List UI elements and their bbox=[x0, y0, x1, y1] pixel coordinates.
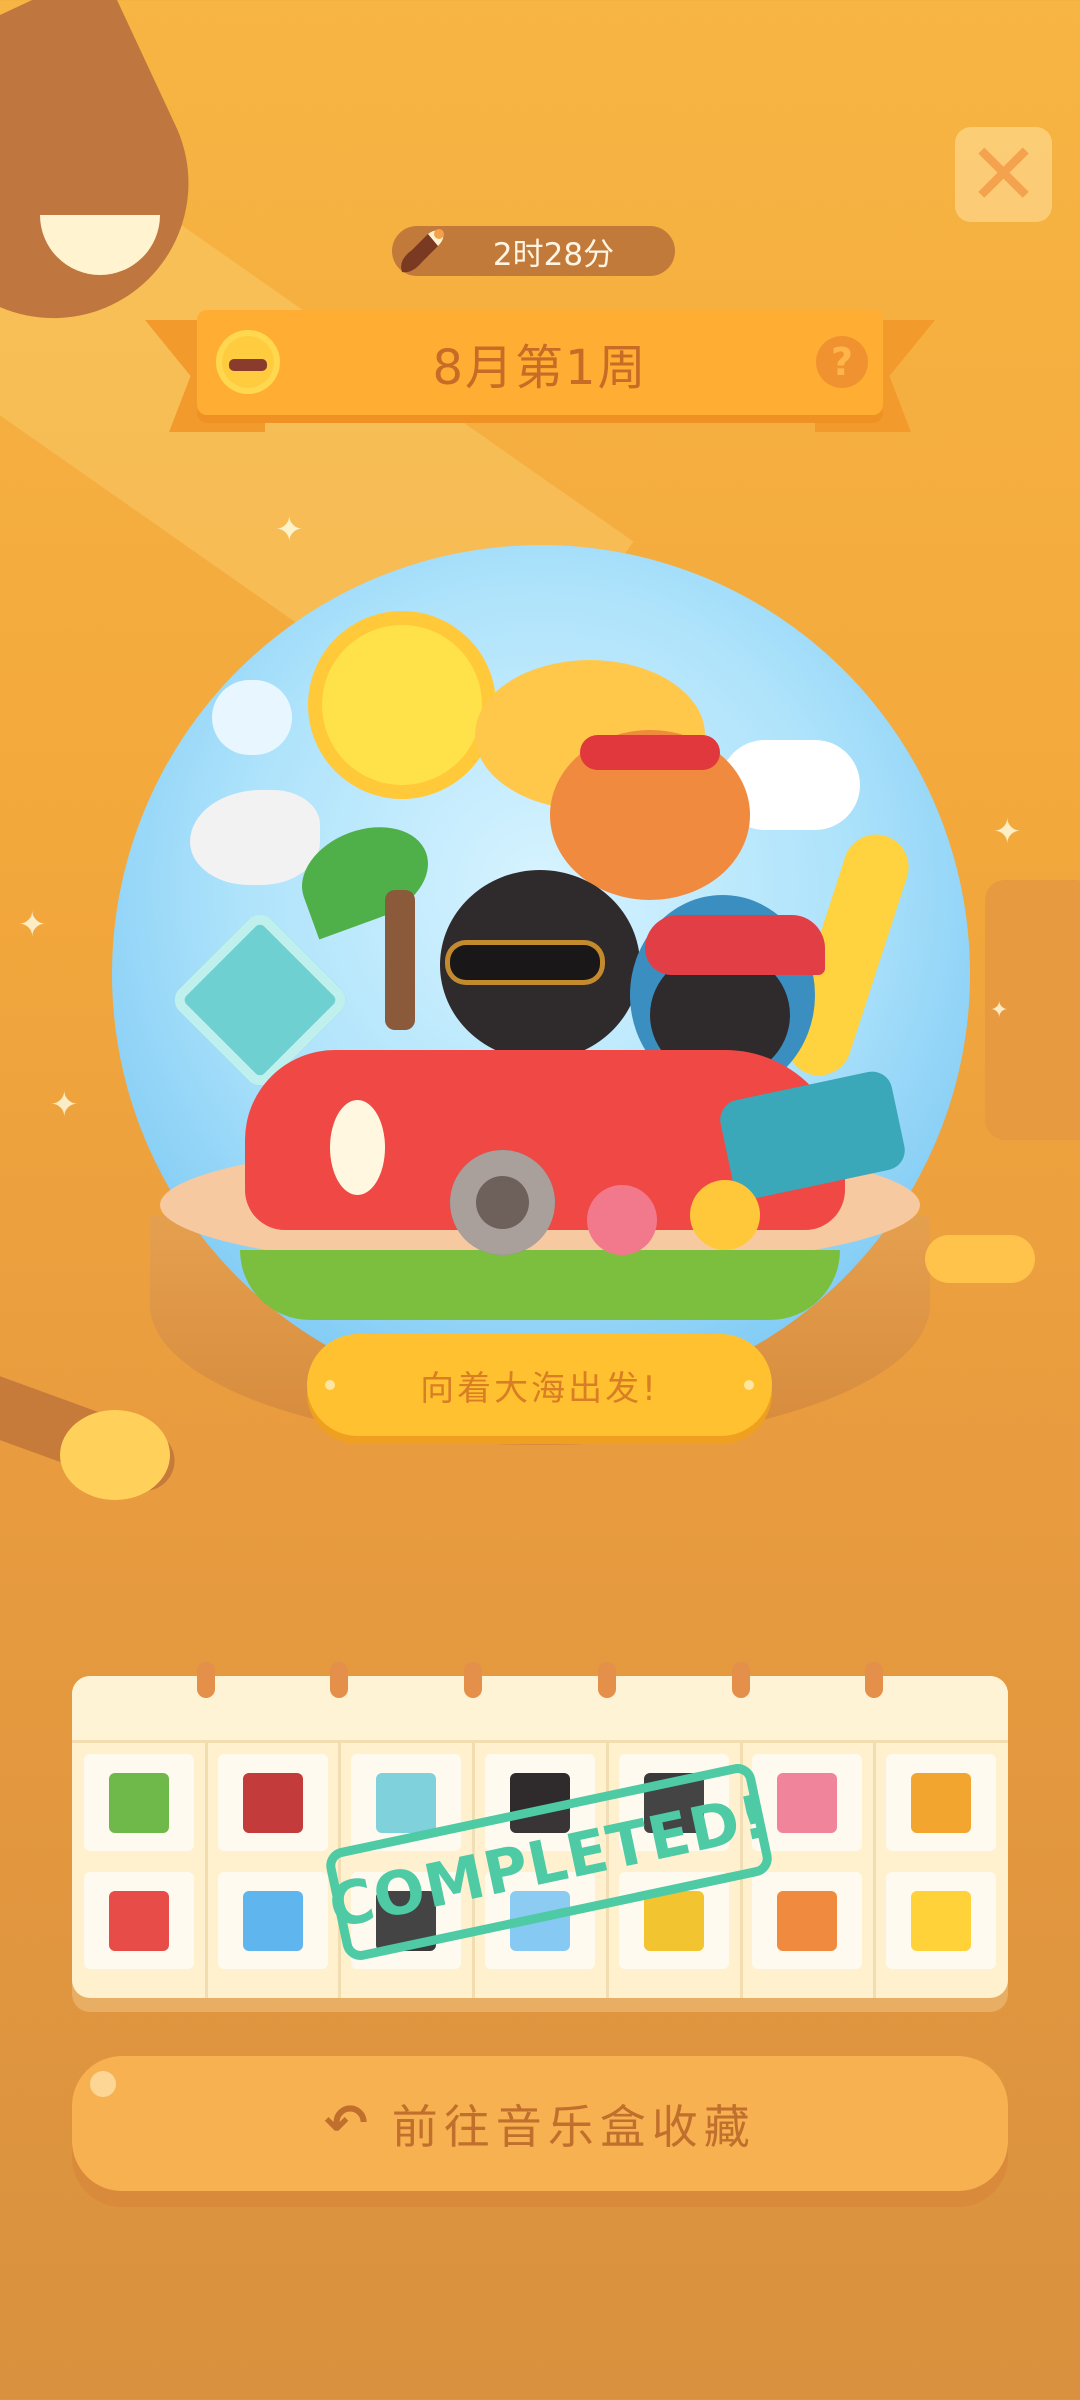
sun-illustration bbox=[322, 625, 482, 785]
red-car-icon bbox=[108, 1890, 169, 1951]
wind-up-key bbox=[925, 1235, 1035, 1283]
go-to-music-box-collection-button[interactable]: ↶ 前往音乐盒收藏 bbox=[72, 2056, 1008, 2191]
close-button[interactable]: ✕ bbox=[955, 127, 1052, 222]
sun-icon bbox=[911, 1890, 972, 1951]
calendar-ring bbox=[464, 1662, 483, 1698]
sunglasses-illustration bbox=[580, 735, 720, 770]
calendar-ring bbox=[196, 1662, 215, 1698]
background-brush-tip bbox=[60, 1410, 170, 1500]
week-title: 8月第1周 bbox=[432, 339, 648, 396]
close-icon: ✕ bbox=[967, 124, 1040, 225]
sparkle-icon: ✦ bbox=[275, 510, 304, 550]
palm-trunk-illustration bbox=[385, 890, 415, 1030]
surfboard-yellow-icon bbox=[643, 1890, 704, 1951]
calendar-ring bbox=[330, 1662, 349, 1698]
flowers-icon bbox=[777, 1772, 838, 1833]
sparkle-icon: ✦ bbox=[50, 1085, 79, 1125]
week-banner: 8月第1周 bbox=[197, 310, 883, 415]
calendar-ring bbox=[597, 1662, 616, 1698]
brush-icon bbox=[401, 229, 444, 273]
calendar-day-cell[interactable] bbox=[217, 1872, 328, 1969]
sparkle-icon: ✦ bbox=[993, 812, 1022, 852]
wave-sign-icon bbox=[242, 1890, 303, 1951]
calendar-column-divider bbox=[204, 1740, 208, 1998]
go-button-label: 前往音乐盒收藏 bbox=[391, 2099, 756, 2154]
cat-sunglasses bbox=[450, 945, 600, 980]
calendar-day-cell[interactable] bbox=[83, 1754, 194, 1851]
calendar-day-cell[interactable] bbox=[217, 1754, 328, 1851]
sun-sunglasses-icon bbox=[222, 336, 274, 388]
sparkle-icon: ✦ bbox=[18, 905, 47, 945]
red-car-front-icon bbox=[242, 1772, 303, 1833]
surfboard-icon bbox=[911, 1772, 972, 1833]
car-wheel bbox=[450, 1150, 555, 1255]
sparkle-icon: ✦ bbox=[990, 998, 1009, 1023]
calendar-day-cell[interactable] bbox=[886, 1754, 997, 1851]
car-headlight bbox=[330, 1100, 385, 1195]
yellow-flower-illustration bbox=[690, 1180, 760, 1250]
timer-text: 2时28分 bbox=[492, 236, 615, 273]
return-arrow-icon: ↶ bbox=[324, 2093, 368, 2154]
help-icon[interactable]: ? bbox=[816, 336, 868, 388]
scene-title-plaque: 向着大海出发! bbox=[307, 1334, 772, 1436]
calendar-column-divider bbox=[873, 1740, 877, 1998]
button-highlight bbox=[90, 2071, 116, 2097]
orange-cat-icon bbox=[777, 1890, 838, 1951]
calendar-day-cell[interactable] bbox=[752, 1872, 863, 1969]
cloud-illustration bbox=[212, 680, 292, 755]
calendar-day-cell[interactable] bbox=[83, 1872, 194, 1969]
calendar-ring bbox=[731, 1662, 750, 1698]
grass-illustration bbox=[240, 1250, 840, 1320]
calendar-day-cell[interactable] bbox=[886, 1872, 997, 1969]
palm-tree-icon bbox=[108, 1772, 169, 1833]
calendar-ring bbox=[865, 1662, 884, 1698]
road-sign-icon bbox=[376, 1772, 437, 1833]
scene-title: 向着大海出发! bbox=[420, 1368, 659, 1409]
pink-flower-illustration bbox=[587, 1185, 657, 1255]
red-cap-illustration bbox=[645, 915, 825, 975]
